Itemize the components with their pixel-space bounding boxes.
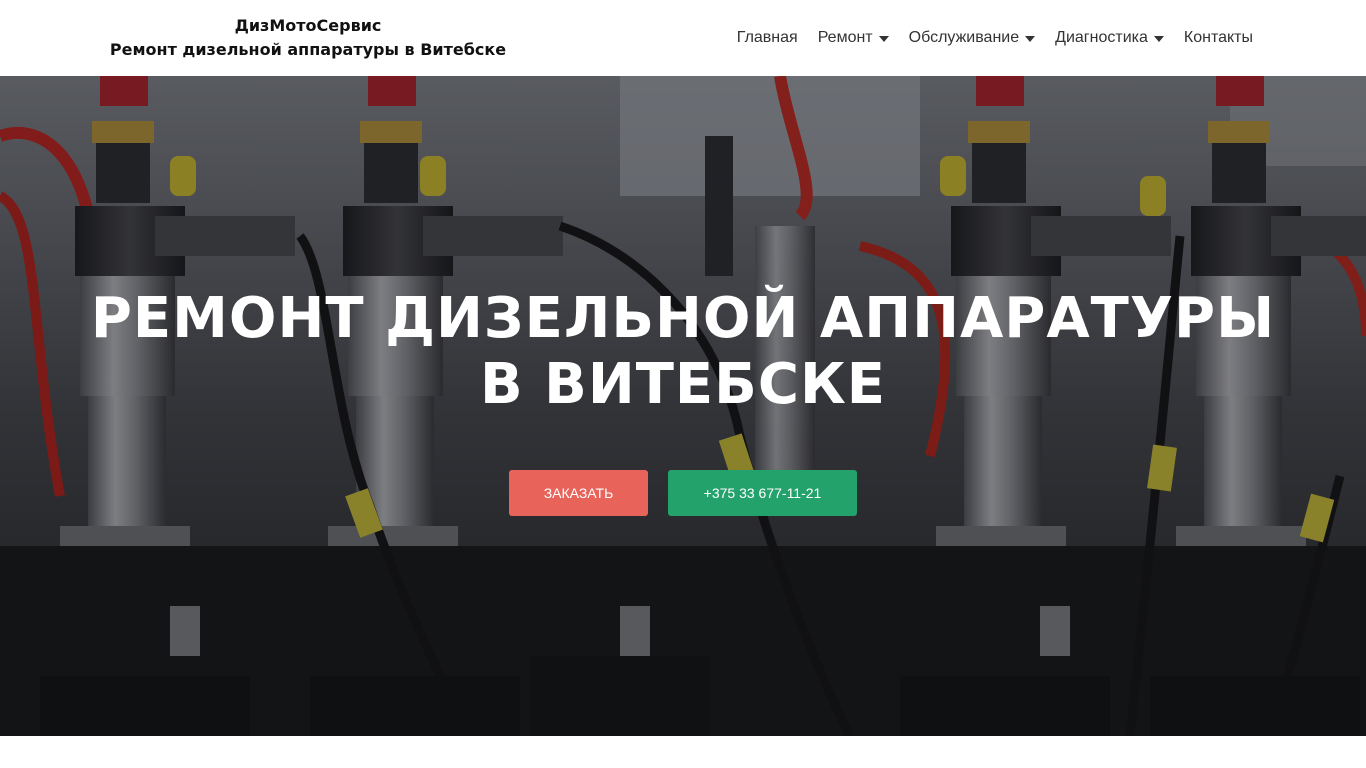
nav-item-label: Главная xyxy=(736,29,798,46)
nav-item-contacts[interactable]: Контакты xyxy=(1174,26,1253,50)
nav-item-service[interactable]: Обслуживание xyxy=(899,26,1045,50)
caret-down-icon xyxy=(1153,36,1164,42)
caret-down-icon xyxy=(1025,36,1036,42)
site-header: ДизМотоСервис Ремонт дизельной аппаратур… xyxy=(0,0,1366,76)
nav-item-label: Контакты xyxy=(1183,29,1253,46)
order-button[interactable]: ЗАКАЗАТЬ xyxy=(509,470,648,516)
hero-title: РЕМОНТ ДИЗЕЛЬНОЙ АППАРАТУРЫ В ВИТЕБСКЕ xyxy=(0,286,1366,418)
main-nav: Главная Ремонт Обслуживание Диагностика … xyxy=(727,26,1253,50)
nav-item-repair[interactable]: Ремонт xyxy=(808,26,899,50)
brand[interactable]: ДизМотоСервис Ремонт дизельной аппаратур… xyxy=(108,14,508,62)
brand-tagline: Ремонт дизельной аппаратуры в Витебске xyxy=(109,40,507,59)
phone-button[interactable]: +375 33 677-11-21 xyxy=(668,470,857,516)
hero-buttons: ЗАКАЗАТЬ +375 33 677-11-21 xyxy=(0,470,1366,516)
nav-item-label: Обслуживание xyxy=(908,29,1020,46)
brand-name: ДизМотоСервис xyxy=(234,16,382,35)
hero-title-line1: РЕМОНТ ДИЗЕЛЬНОЙ АППАРАТУРЫ xyxy=(90,286,1276,351)
nav-item-diagnostics[interactable]: Диагностика xyxy=(1045,26,1174,50)
nav-item-label: Ремонт xyxy=(817,29,873,46)
nav-item-home[interactable]: Главная xyxy=(727,26,808,50)
hero-section: РЕМОНТ ДИЗЕЛЬНОЙ АППАРАТУРЫ В ВИТЕБСКЕ З… xyxy=(0,76,1366,736)
caret-down-icon xyxy=(878,36,889,42)
page-content-start xyxy=(0,736,1366,768)
hero-title-line2: В ВИТЕБСКЕ xyxy=(480,352,886,417)
nav-item-label: Диагностика xyxy=(1055,29,1148,46)
